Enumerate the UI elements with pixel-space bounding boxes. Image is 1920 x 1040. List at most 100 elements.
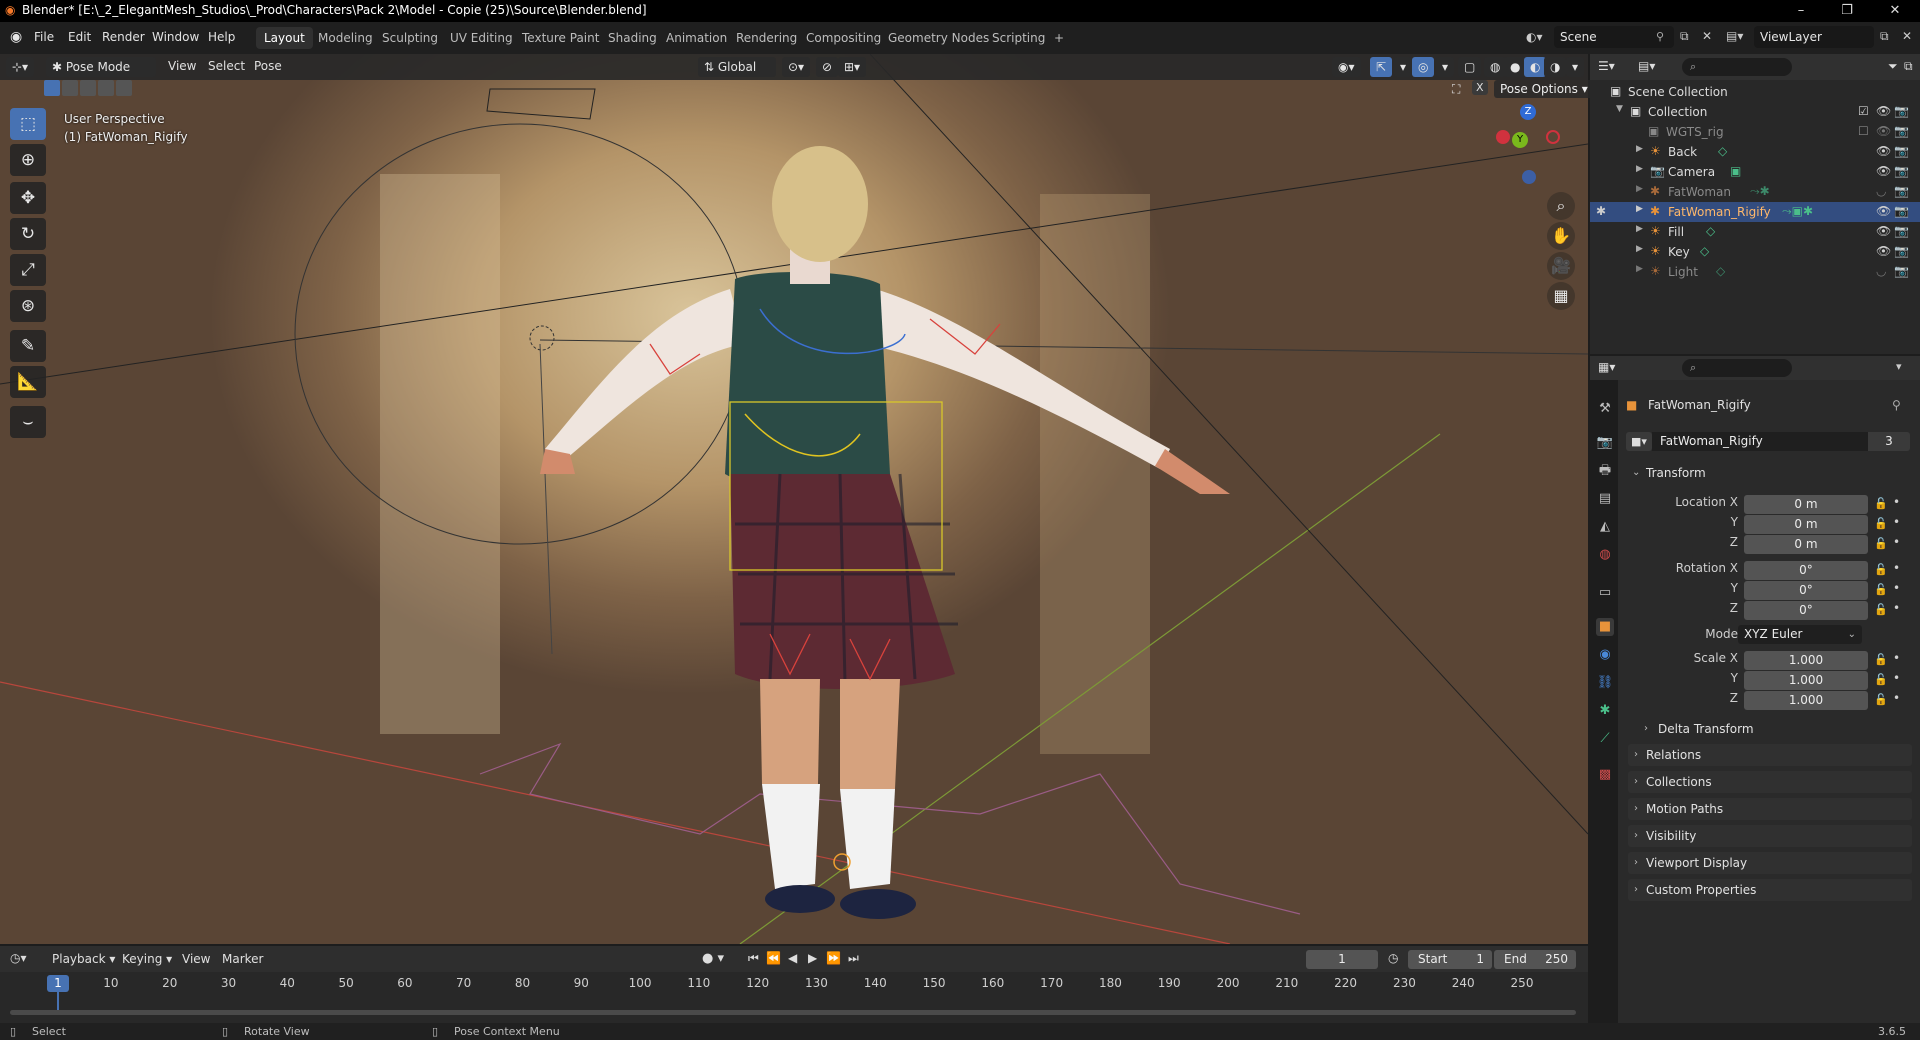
gizmo-z-axis[interactable]: Z — [1520, 104, 1536, 120]
outliner-collection[interactable]: ▼ ▣ Collection ☑ 👁 📷 — [1590, 102, 1920, 122]
expand-arrow-icon[interactable]: ▶ — [1636, 164, 1643, 174]
new-scene-icon[interactable]: ⧉ — [1680, 29, 1689, 44]
expand-arrow-icon[interactable]: ▼ — [1616, 104, 1623, 114]
3d-viewport[interactable]: User Perspective (1) FatWoman_Rigify Z Y — [0, 54, 1588, 944]
constraints-tab-icon[interactable]: ⛓ — [1596, 674, 1614, 692]
display-mode-icon[interactable]: ▤▾ — [1638, 59, 1655, 73]
keyframe-dot-icon[interactable]: • — [1893, 601, 1900, 615]
users-count[interactable]: 3 — [1868, 432, 1910, 451]
xray-toggle[interactable]: ▢ — [1458, 57, 1482, 77]
transform-panel-header[interactable]: ⌄ Transform — [1628, 462, 1912, 484]
render-tab-icon[interactable]: 📷 — [1596, 434, 1614, 452]
render-camera-icon[interactable]: 📷 — [1894, 244, 1909, 258]
physics-tab-icon[interactable]: ◉ — [1596, 646, 1614, 664]
outliner-item[interactable]: ▶ ☀ Fill ◇ 👁 📷 — [1590, 222, 1920, 242]
view-layer-selector[interactable]: ViewLayer — [1754, 26, 1874, 48]
lock-icon[interactable]: 🔓 — [1874, 537, 1888, 550]
jump-keyframe-back-icon[interactable]: ⏪ — [766, 951, 781, 965]
collections-panel[interactable]: › Collections — [1628, 771, 1912, 793]
timeline-scrollbar[interactable] — [10, 1010, 1576, 1015]
tool-tab-icon[interactable]: ⚒ — [1596, 400, 1614, 418]
visibility-eye-icon[interactable]: 👁 — [1876, 244, 1891, 258]
gizmo-toggle[interactable]: ⇱ — [1370, 57, 1393, 77]
filter-icon[interactable]: ⏷ — [1888, 59, 1898, 74]
lock-icon[interactable]: 🔓 — [1874, 693, 1888, 706]
exclude-checkbox[interactable]: ☐ — [1858, 124, 1869, 138]
properties-options-icon[interactable]: ▾ — [1896, 360, 1902, 373]
datablock-name-field[interactable]: FatWoman_Rigify — [1652, 432, 1868, 451]
location-z-field[interactable]: 0 m — [1744, 535, 1868, 554]
lock-icon[interactable]: 🔓 — [1874, 563, 1888, 576]
cursor-tool[interactable]: ⊕ — [10, 144, 46, 176]
move-tool[interactable]: ✥ — [10, 182, 46, 214]
tab-scripting[interactable]: Scripting — [984, 27, 1053, 49]
minimize-button[interactable]: – — [1778, 0, 1824, 22]
keyframe-dot-icon[interactable]: • — [1893, 515, 1900, 529]
keyframe-dot-icon[interactable]: • — [1893, 495, 1900, 509]
select-extend-icon[interactable] — [62, 80, 78, 96]
menu-edit[interactable]: Edit — [68, 30, 91, 44]
output-tab-icon[interactable]: 🖶 — [1596, 462, 1614, 480]
visibility-dropdown[interactable]: ◉▾ — [1332, 57, 1361, 77]
render-camera-icon[interactable]: 📷 — [1894, 164, 1909, 178]
expand-arrow-icon[interactable]: ▶ — [1636, 244, 1643, 254]
rotation-x-field[interactable]: 0° — [1744, 561, 1868, 580]
transform-tool[interactable]: ⊛ — [10, 290, 46, 322]
current-frame-field[interactable]: 1 — [1306, 950, 1378, 969]
select-box-tool[interactable]: ⬚ — [10, 108, 46, 140]
outliner-editor-type-icon[interactable]: ☰▾ — [1598, 59, 1615, 73]
jump-keyframe-forward-icon[interactable]: ⏩ — [826, 951, 841, 965]
menu-help[interactable]: Help — [208, 30, 235, 44]
lock-icon[interactable]: 🔓 — [1874, 517, 1888, 530]
visibility-eye-icon[interactable]: 👁 — [1876, 104, 1891, 118]
render-camera-icon[interactable]: 📷 — [1894, 124, 1909, 138]
scale-tool[interactable]: ⤢ — [10, 254, 46, 286]
motion-paths-panel[interactable]: › Motion Paths — [1628, 798, 1912, 820]
menu-view[interactable]: View — [182, 952, 210, 966]
keyframe-dot-icon[interactable]: • — [1893, 535, 1900, 549]
tab-layout[interactable]: Layout — [256, 27, 313, 49]
relax-tool[interactable]: ⌣ — [10, 406, 46, 438]
select-intersect-icon[interactable] — [116, 80, 132, 96]
collection-tab-icon[interactable]: ▭ — [1596, 584, 1614, 602]
menu-marker[interactable]: Marker — [222, 952, 263, 966]
visibility-eye-icon[interactable]: 👁 — [1876, 164, 1891, 178]
select-subtract-icon[interactable] — [80, 80, 96, 96]
visibility-panel[interactable]: › Visibility — [1628, 825, 1912, 847]
record-button[interactable]: ● ▾ — [702, 951, 724, 966]
tab-animation[interactable]: Animation — [658, 27, 735, 49]
keyframe-dot-icon[interactable]: • — [1893, 561, 1900, 575]
pan-hand-icon[interactable]: ✋ — [1547, 222, 1575, 250]
rotation-z-field[interactable]: 0° — [1744, 601, 1868, 620]
keyframe-dot-icon[interactable]: • — [1893, 581, 1900, 595]
snap-options-dropdown[interactable]: ⊞▾ — [838, 57, 867, 77]
outliner-item[interactable]: ▶ ☀ Light ◇ ◡ 📷 — [1590, 262, 1920, 282]
menu-view[interactable]: View — [168, 59, 196, 73]
playhead[interactable]: 1 — [47, 975, 69, 992]
close-button[interactable]: ✕ — [1872, 0, 1918, 22]
visibility-eye-icon[interactable]: 👁 — [1876, 204, 1891, 218]
render-camera-icon[interactable]: 📷 — [1894, 204, 1909, 218]
overlay-options-dropdown[interactable]: ▾ — [1436, 57, 1455, 77]
expand-arrow-icon[interactable]: ▶ — [1636, 204, 1643, 214]
location-x-field[interactable]: 0 m — [1744, 495, 1868, 514]
menu-pose[interactable]: Pose — [254, 59, 282, 73]
gizmo-x-axis[interactable] — [1496, 130, 1510, 144]
keyframe-dot-icon[interactable]: • — [1893, 691, 1900, 705]
menu-select[interactable]: Select — [208, 59, 245, 73]
jump-end-icon[interactable]: ⏭ — [848, 951, 859, 966]
keyframe-dot-icon[interactable]: • — [1893, 651, 1900, 665]
expand-arrow-icon[interactable]: ▶ — [1636, 144, 1643, 154]
lock-icon[interactable]: 🔓 — [1874, 603, 1888, 616]
menu-keying[interactable]: Keying ▾ — [122, 952, 172, 966]
maximize-button[interactable]: ❐ — [1824, 0, 1870, 22]
world-tab-icon[interactable]: ◍ — [1596, 546, 1614, 564]
render-camera-icon[interactable]: 📷 — [1894, 224, 1909, 238]
visibility-eye-icon[interactable]: ◡ — [1876, 184, 1886, 198]
rotation-y-field[interactable]: 0° — [1744, 581, 1868, 600]
lock-icon[interactable]: 🔓 — [1874, 673, 1888, 686]
outliner-item[interactable]: ▶ ☀ Key ◇ 👁 📷 — [1590, 242, 1920, 262]
gizmo-options-dropdown[interactable]: ▾ — [1394, 57, 1413, 77]
viewport-display-panel[interactable]: › Viewport Display — [1628, 852, 1912, 874]
perspective-toggle-icon[interactable]: ▦ — [1547, 282, 1575, 310]
